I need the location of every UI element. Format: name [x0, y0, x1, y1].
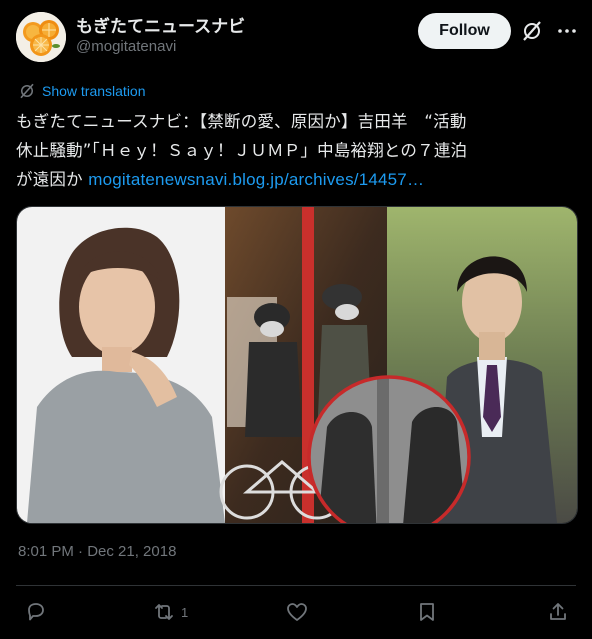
reply-icon [28, 603, 44, 621]
share-icon [550, 603, 566, 620]
follow-button[interactable]: Follow [418, 13, 511, 49]
tweet-text: もぎたてニュースナビ：【禁断の愛、原因か】吉田羊 “活動 休止騒動”「Ｈｅｙ！Ｓ… [16, 107, 576, 194]
account-handle[interactable]: @mogitatenavi [76, 38, 176, 55]
more-dots-icon[interactable] [555, 19, 579, 43]
like-button[interactable] [285, 600, 309, 624]
tweet-text-line-3: が遠因か mogitatenewsnavi.blog.jp/archives/1… [16, 165, 576, 194]
tweet-timestamp[interactable]: 8:01 PM · Dec 21, 2018 [18, 543, 176, 560]
heart-icon [287, 603, 307, 621]
reply-button[interactable] [24, 600, 48, 624]
account-avatar[interactable] [16, 12, 66, 62]
show-translation-label: Show translation [42, 83, 146, 99]
account-display-name[interactable]: もぎたてニュースナビ [76, 12, 245, 37]
retweet-count: 1 [181, 604, 189, 620]
tweet-text-line-2: 休止騒動”「Ｈｅｙ！Ｓａｙ！ＪＵＭＰ」中島裕翔との７連泊 [16, 141, 468, 160]
show-translation-link[interactable]: Show translation [18, 82, 146, 100]
actions-divider [16, 585, 576, 586]
tweet-text-line-3-prefix: が遠因か [16, 170, 89, 189]
bookmark-icon [420, 603, 434, 621]
retweet-button[interactable]: 1 [152, 600, 188, 624]
tweet-link[interactable]: mogitatenewsnavi.blog.jp/archives/14457… [88, 170, 424, 189]
grok-icon[interactable] [520, 19, 544, 43]
translate-icon [20, 83, 34, 99]
retweet-icon [155, 604, 173, 620]
bookmark-button[interactable] [415, 600, 439, 624]
tweet-media-image[interactable] [16, 206, 578, 524]
tweet-text-line-1: もぎたてニュースナビ：【禁断の愛、原因か】吉田羊 “活動 [16, 112, 467, 131]
share-button[interactable] [546, 600, 570, 624]
orange-slices-avatar-icon [16, 12, 66, 62]
media-collage [17, 207, 577, 523]
